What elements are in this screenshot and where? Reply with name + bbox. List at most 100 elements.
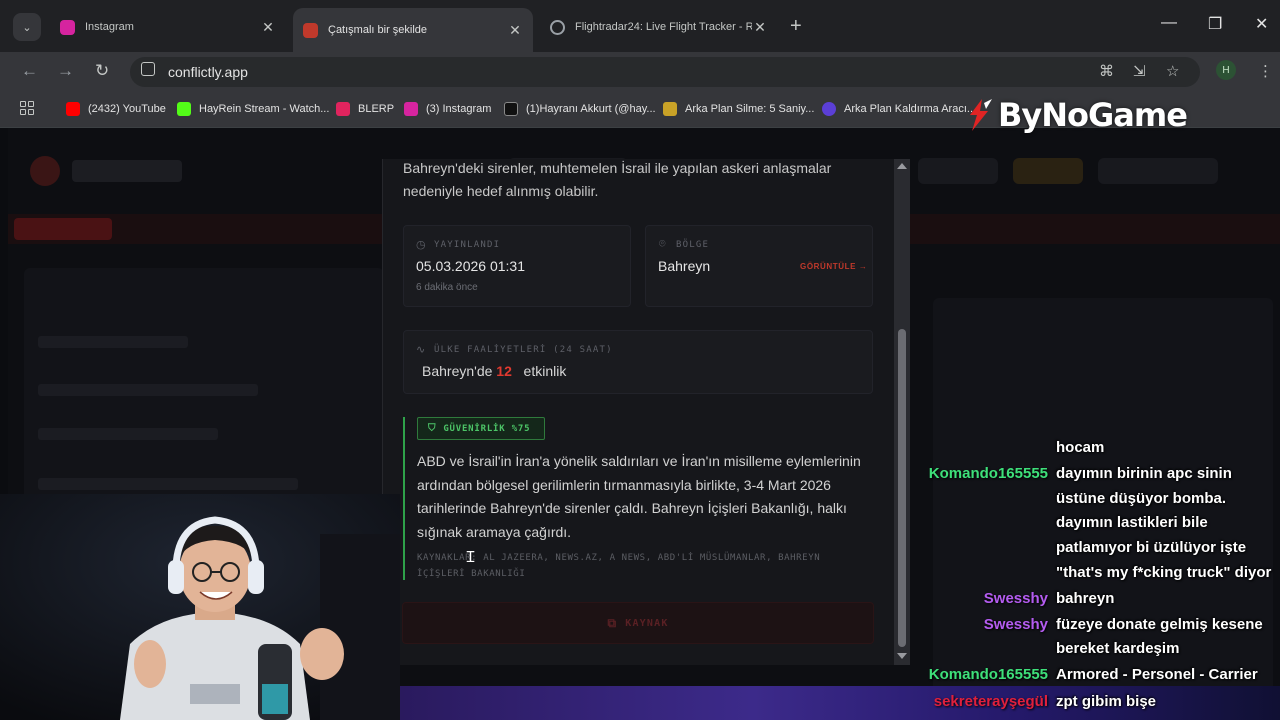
event-body-text: ABD ve İsrail'in İran'a yönelik saldırıl… — [417, 453, 861, 540]
bookmark-label: (1)Hayranı Akkurt (@hay... — [526, 103, 656, 115]
scroll-down-arrow-icon[interactable] — [897, 653, 907, 659]
tab-title: Flightradar24: Live Flight Tracker - Re — [575, 21, 752, 33]
tab-title: Çatışmalı bir şekilde — [328, 24, 428, 36]
site-logo-icon — [30, 156, 60, 186]
tab-title: Instagram — [85, 21, 134, 33]
activity-label: ÜLKE FAALİYETLERİ (24 SAAT) — [434, 345, 613, 355]
profile-avatar[interactable]: H — [1216, 60, 1236, 80]
bookmark-kick[interactable]: HayRein Stream - Watch... — [177, 102, 329, 116]
youtube-icon — [66, 102, 80, 116]
region-value: Bahreyn — [658, 258, 711, 274]
restore-button[interactable]: ❐ — [1208, 14, 1222, 34]
chat-message: patlamıyor bi üzülüyor işte — [1056, 539, 1247, 556]
tab-instagram[interactable]: Instagram ✕ — [50, 10, 286, 44]
install-app-icon[interactable]: ⇲ — [1133, 62, 1146, 80]
bookmark-instagram[interactable]: (3) Instagram — [404, 102, 491, 116]
published-value: 05.03.2026 01:31 — [416, 258, 525, 274]
chat-message: Armored - Personel - Carrier — [1056, 666, 1258, 683]
close-icon[interactable]: ✕ — [507, 22, 523, 39]
backdrop-row — [38, 428, 218, 440]
tiktok-icon — [504, 102, 518, 116]
chat-message: üstüne düşüyor bomba. — [1056, 490, 1227, 507]
activity-count: 12 — [496, 363, 512, 379]
bookmark-blerp[interactable]: BLERP — [336, 102, 394, 116]
photo-icon — [663, 102, 677, 116]
tab-search-button[interactable]: ⌄ — [13, 13, 41, 41]
browser-toolbar: ← → ↻ conflictly.app — [0, 52, 1280, 92]
chat-message: füzeye donate gelmiş kesene — [1056, 616, 1263, 633]
address-bar[interactable]: conflictly.app — [130, 57, 1200, 87]
activity-prefix: Bahreyn'de — [422, 363, 493, 379]
chat-username: Komando165555 — [928, 465, 1048, 482]
chat-username: Swesshy — [983, 590, 1048, 607]
close-icon[interactable]: ✕ — [260, 19, 276, 36]
quote-accent-bar — [403, 417, 405, 580]
backdrop-row — [38, 384, 258, 396]
conflictly-icon — [303, 22, 318, 38]
instagram-icon — [404, 102, 418, 116]
flightradar-icon — [550, 19, 565, 35]
bookmark-label: BLERP — [358, 103, 395, 115]
forward-button[interactable]: → — [57, 61, 74, 81]
activity-pulse-icon: ∿ — [416, 344, 426, 356]
menu-kebab-icon[interactable]: ⋮ — [1258, 62, 1273, 80]
source-button[interactable]: ⧉ KAYNAK — [402, 602, 874, 644]
modal-intro-text: Bahreyn'deki sirenler, muhtemelen İsrail… — [403, 160, 832, 199]
streamer-webcam — [0, 494, 400, 720]
tab-catismali[interactable]: Çatışmalı bir şekilde ✕ — [293, 8, 533, 52]
bookmark-tiktok[interactable]: (1)Hayranı Akkurt (@hay... — [504, 102, 656, 116]
reliability-badge: ⛉ GÜVENİRLİK %75 — [417, 417, 545, 440]
source-button-label: KAYNAK — [625, 617, 669, 629]
apps-grid-icon[interactable] — [20, 101, 34, 115]
minimize-button[interactable]: — — [1161, 14, 1177, 32]
streamer-figure — [0, 494, 400, 720]
published-label: YAYINLANDI — [434, 240, 501, 250]
close-icon[interactable]: ✕ — [752, 19, 768, 36]
site-info-icon[interactable] — [141, 62, 155, 76]
bookmark-youtube[interactable]: (2432) YouTube — [66, 102, 166, 116]
url-text: conflictly.app — [168, 64, 248, 80]
new-tab-button[interactable]: + — [790, 15, 802, 38]
back-button[interactable]: ← — [21, 61, 38, 81]
chat-message: dayımın lastikleri bile — [1056, 514, 1208, 531]
site-logo-placeholder — [72, 160, 182, 182]
region-label: BÖLGE — [676, 240, 710, 250]
country-activity-card — [403, 330, 873, 394]
bookmark-label: HayRein Stream - Watch... — [199, 103, 330, 115]
tab-strip: ⌄ Instagram ✕ Çatışmalı bir şekilde ✕ Fl… — [0, 0, 1280, 52]
bookmark-arka-plan-silme[interactable]: Arka Plan Silme: 5 Saniy... — [663, 102, 814, 116]
bookmark-label: (3) Instagram — [426, 103, 492, 115]
view-region-link[interactable]: GÖRÜNTÜLE → — [800, 262, 868, 271]
bynogame-watermark: ByNoGame — [962, 96, 1188, 134]
chat-message: bereket kardeşim — [1056, 640, 1180, 657]
published-ago: 6 dakika önce — [416, 282, 478, 293]
clock-icon: ◷ — [416, 239, 426, 251]
backdrop-row — [38, 478, 298, 490]
translate-icon[interactable]: ⌘ — [1099, 62, 1114, 80]
blerp-icon — [336, 102, 350, 116]
bookmark-label: Arka Plan Silme: 5 Saniy... — [685, 103, 815, 115]
bynogame-logo-icon — [970, 99, 992, 131]
chat-message: bahreyn — [1056, 590, 1115, 607]
activity-summary[interactable]: Bahreyn'de 12 etkinlik — [422, 363, 566, 379]
scroll-up-arrow-icon[interactable] — [897, 163, 907, 169]
watermark-text: ByNoGame — [998, 96, 1188, 134]
sources-text: KAYNAKLAR: AL JAZEERA, NEWS.AZ, A NEWS, … — [417, 553, 821, 579]
activity-suffix: etkinlik — [523, 363, 567, 379]
reload-button[interactable]: ↻ — [95, 61, 109, 81]
tab-flightradar[interactable]: Flightradar24: Live Flight Tracker - Re … — [540, 10, 778, 44]
backdrop-button — [1098, 158, 1218, 184]
shield-check-icon: ⛉ — [428, 423, 437, 434]
chat-username: Swesshy — [983, 616, 1048, 633]
chat-message: zpt gibim bişe — [1056, 693, 1157, 710]
bookmark-arka-plan-kaldirma[interactable]: Arka Plan Kaldırma Aracı... — [822, 102, 976, 116]
close-window-button[interactable]: ✕ — [1255, 14, 1268, 34]
bookmark-label: (2432) YouTube — [88, 103, 166, 115]
chat-username: sekreterayşegül — [933, 693, 1048, 710]
instagram-icon — [60, 19, 75, 35]
location-pin-icon: ⌾ — [659, 238, 666, 250]
backdrop-button — [1013, 158, 1083, 184]
chat-username: Komando165555 — [928, 666, 1048, 683]
bookmark-star-icon[interactable]: ☆ — [1166, 62, 1179, 80]
text-cursor-icon: Ｉ — [463, 548, 479, 566]
